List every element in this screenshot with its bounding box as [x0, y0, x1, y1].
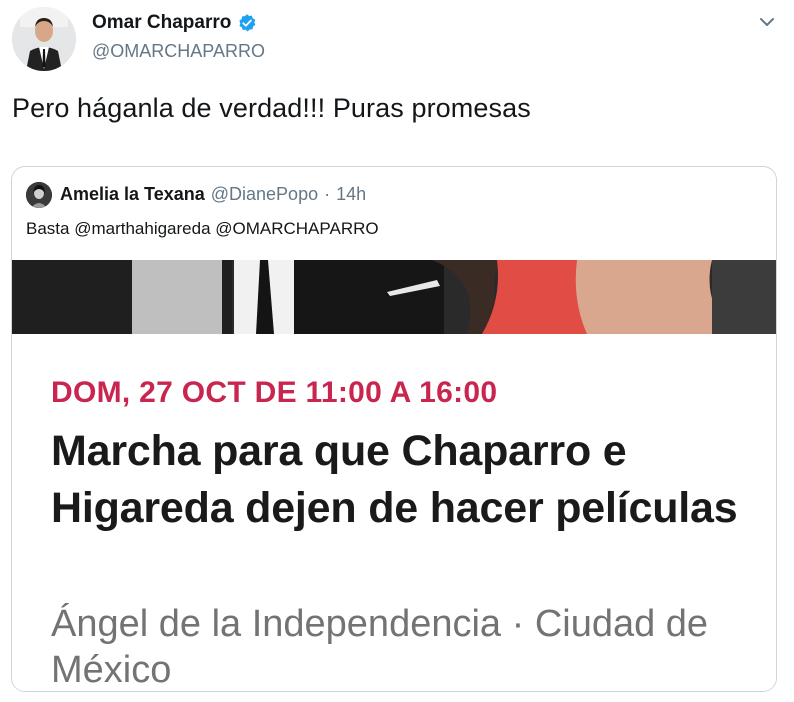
quoted-author-avatar[interactable]: [26, 182, 52, 208]
chevron-down-icon[interactable]: [757, 12, 777, 32]
people-photo-image: [12, 260, 776, 334]
author-name-text[interactable]: Omar Chaparro: [92, 12, 231, 34]
event-title: Marcha para que Chaparro e Higareda deje…: [51, 427, 738, 532]
quoted-author-name[interactable]: Amelia la Texana: [60, 184, 205, 205]
author-handle[interactable]: @OMARCHAPARRO: [92, 41, 265, 62]
header-separator: ·: [324, 184, 331, 204]
event-location: Ángel de la Independencia · Ciudad de Mé…: [51, 603, 709, 691]
event-date: DOM, 27 OCT DE 11:00 A 16:00: [51, 376, 498, 409]
quoted-author-handle[interactable]: @DianePopo: [211, 184, 318, 205]
verified-badge-icon: [239, 14, 256, 32]
quoted-tweet-header: Amelia la Texana @DianePopo · 14h: [60, 184, 366, 205]
quoted-tweet-photo[interactable]: [12, 260, 776, 334]
author-name[interactable]: Omar Chaparro: [92, 12, 257, 34]
quoted-tweet-text: Basta @marthahigareda @OMARCHAPARRO: [26, 219, 379, 238]
author-avatar[interactable]: [12, 7, 76, 71]
tweet-text: Pero háganla de verdad!!! Puras promesas: [12, 93, 531, 123]
avatar-image: [12, 7, 76, 71]
quoted-tweet-card[interactable]: Amelia la Texana @DianePopo · 14h Basta …: [11, 166, 777, 692]
quoted-avatar-image: [26, 182, 52, 208]
quoted-tweet-time[interactable]: 14h: [336, 184, 366, 205]
